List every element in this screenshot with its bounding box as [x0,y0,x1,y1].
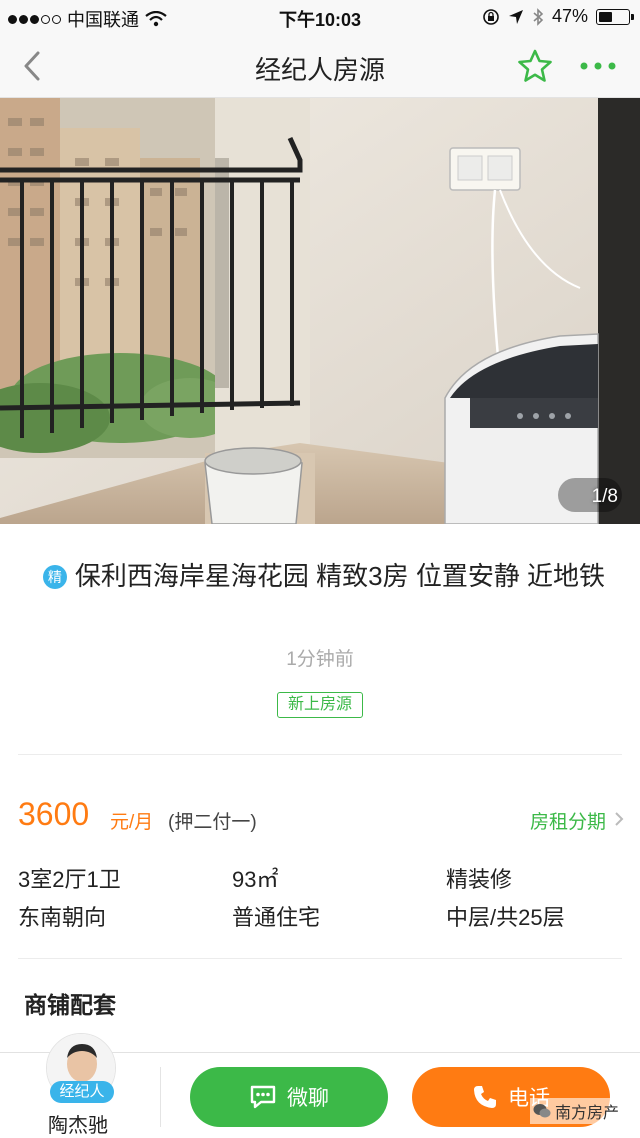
posted-time: 1分钟前 [286,649,354,670]
chat-label: 微聊 [287,1087,329,1110]
vertical-divider [160,1067,161,1127]
battery-icon [596,8,634,25]
status-right: 47% [482,6,634,27]
agent-name: 陶杰驰 [48,1115,108,1137]
watermark-text: 南方房产 [555,1105,620,1122]
phone-icon [474,1086,496,1108]
chat-button[interactable]: 微聊 [190,1067,388,1127]
listing-photo[interactable] [0,98,640,524]
location-arrow-icon [508,9,523,24]
bottom-action-bar: 经纪人 陶杰驰 微聊 电话 [0,1033,640,1138]
favorite-star-icon[interactable] [516,48,554,84]
divider [18,958,622,959]
agent-role-badge: 经纪人 [50,1081,114,1103]
photo-counter: 1/8 [591,486,618,507]
spec-orientation: 东南朝向 [18,905,107,930]
rotation-lock-icon [483,8,499,25]
spec-floor: 中层/共25层 [446,905,565,930]
wechat-logo-icon [533,1104,551,1118]
more-options-icon[interactable] [578,58,618,74]
price-unit: 元/月 [110,812,154,833]
divider [18,754,622,755]
section-title-amenities: 商铺配套 [24,992,116,1018]
rent-installment-link[interactable]: 房租分期 [530,807,606,834]
battery-percent: 47% [551,6,588,26]
featured-badge: 精 [42,565,67,589]
spec-decoration: 精装修 [446,867,513,892]
watermark: 南方房产 [530,1098,623,1124]
chevron-right-icon[interactable] [613,810,625,828]
listing-title-block: 精保利西海岸星海花园 精致3房 位置安静 近地铁 [24,560,624,593]
listing-title: 保利西海岸星海花园 精致3房 位置安静 近地铁 [74,561,606,591]
status-bar: 中国联通 下午10:03 47% [0,0,640,34]
balcony-photo-image [0,98,640,524]
rent-price: 3600 [18,796,90,832]
bluetooth-icon [533,7,544,26]
spec-layout: 3室2厅1卫 [18,867,121,892]
spec-type: 普通住宅 [232,905,321,930]
new-listing-tag: 新上房源 [277,692,363,718]
chat-bubble-icon [250,1085,276,1109]
spec-area: 93㎡ [232,867,279,892]
deposit-terms: (押二付一) [168,812,257,833]
nav-bar: 经纪人房源 [0,34,640,98]
